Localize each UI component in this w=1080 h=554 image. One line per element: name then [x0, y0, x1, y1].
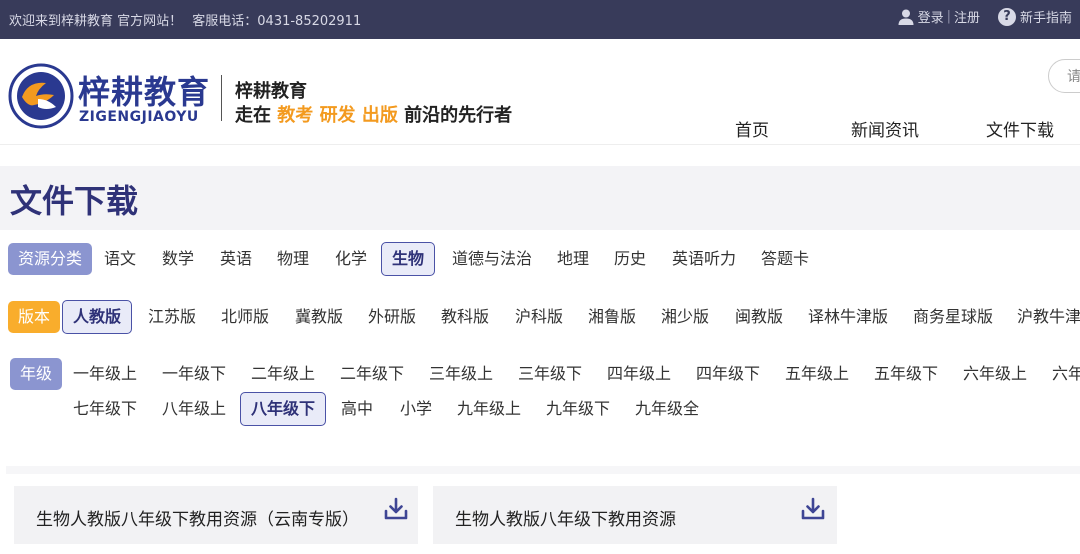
brand-divider — [221, 75, 222, 121]
resource-title[interactable]: 生物人教版八年级下教用资源（云南专版） — [36, 505, 359, 530]
edition-option[interactable]: 湘少版 — [661, 301, 709, 333]
register-link[interactable]: 注册 — [954, 7, 980, 26]
grade-option[interactable]: 八年级上 — [162, 393, 226, 425]
subject-option[interactable]: 英语 — [220, 243, 252, 275]
search-input[interactable]: 请 — [1048, 59, 1080, 93]
site-header: 梓耕教育 ZIGENGJIAOYU 梓耕教育 走在 教考 研发 出版 前沿的先行… — [0, 39, 1080, 145]
edition-option[interactable]: 教科版 — [441, 301, 489, 333]
edition-option[interactable]: 译林牛津版 — [808, 301, 888, 333]
edition-option[interactable]: 湘鲁版 — [588, 301, 636, 333]
welcome-text: 欢迎来到梓耕教育 官方网站！ — [9, 14, 183, 29]
guide-link[interactable]: 新手指南 — [1020, 7, 1072, 26]
edition-filter-label: 版本 — [8, 301, 61, 333]
subject-option-active[interactable]: 生物 — [381, 242, 436, 276]
subject-option[interactable]: 物理 — [277, 243, 309, 275]
edition-option[interactable]: 沪科版 — [515, 301, 563, 333]
subject-option[interactable]: 历史 — [614, 243, 646, 275]
subject-option[interactable]: 地理 — [557, 243, 589, 275]
grade-option[interactable]: 五年级上 — [785, 358, 849, 390]
slogan-prefix: 走在 — [235, 105, 271, 126]
grade-option[interactable]: 二年级下 — [340, 358, 404, 390]
resource-card[interactable]: 生物人教版八年级下教用资源 — [433, 486, 837, 544]
subject-filter-label: 资源分类 — [8, 243, 93, 275]
brand-logo-icon[interactable] — [8, 63, 74, 129]
grade-option[interactable]: 九年级上 — [457, 393, 521, 425]
subject-option[interactable]: 英语听力 — [672, 243, 736, 275]
help-icon[interactable]: ? — [997, 7, 1016, 26]
top-bar-actions: 登录 | 注册 ? 新手指南 — [897, 7, 1072, 26]
edition-option[interactable]: 外研版 — [368, 301, 416, 333]
edition-option-active[interactable]: 人教版 — [62, 300, 133, 334]
download-icon[interactable] — [800, 496, 826, 522]
nav-downloads[interactable]: 文件下载 — [986, 116, 1054, 141]
edition-option[interactable]: 商务星球版 — [913, 301, 993, 333]
subject-option[interactable]: 道德与法治 — [452, 243, 532, 275]
grade-option[interactable]: 四年级下 — [696, 358, 760, 390]
user-icon — [898, 9, 914, 25]
subject-option[interactable]: 语文 — [104, 243, 136, 275]
slogan-title: 梓耕教育 — [235, 81, 307, 102]
grade-option[interactable]: 一年级下 — [162, 358, 226, 390]
top-bar: 欢迎来到梓耕教育 官方网站！ 客服电话：0431-85202911 登录 | 注… — [0, 0, 1080, 39]
slogan-highlight: 研发 — [319, 105, 356, 126]
page-title-band — [0, 166, 1080, 230]
grade-option[interactable]: 九年级全 — [635, 393, 699, 425]
slogan-suffix: 前沿的先行者 — [404, 105, 513, 126]
nav-home[interactable]: 首页 — [735, 116, 769, 141]
grade-option-active[interactable]: 八年级下 — [240, 392, 327, 426]
top-bar-info: 欢迎来到梓耕教育 官方网站！ 客服电话：0431-85202911 — [9, 10, 367, 29]
resource-title[interactable]: 生物人教版八年级下教用资源 — [455, 505, 676, 530]
grade-option[interactable]: 四年级上 — [607, 358, 671, 390]
nav-news[interactable]: 新闻资讯 — [851, 116, 919, 141]
grade-option[interactable]: 七年级下 — [73, 393, 137, 425]
section-divider — [6, 466, 1080, 474]
edition-option[interactable]: 冀教版 — [295, 301, 343, 333]
subject-option[interactable]: 数学 — [162, 243, 194, 275]
grade-option[interactable]: 二年级上 — [251, 358, 315, 390]
slogan-text: 走在 教考 研发 出版 前沿的先行者 — [235, 101, 512, 127]
page-title: 文件下载 — [10, 182, 139, 220]
grade-option[interactable]: 高中 — [341, 393, 373, 425]
grade-option[interactable]: 一年级上 — [73, 358, 137, 390]
resource-card[interactable]: 生物人教版八年级下教用资源（云南专版） — [14, 486, 418, 544]
grade-option[interactable]: 九年级下 — [546, 393, 610, 425]
grade-option[interactable]: 三年级上 — [429, 358, 493, 390]
login-link[interactable]: 登录 — [918, 7, 944, 26]
edition-option[interactable]: 闽教版 — [735, 301, 783, 333]
slogan-highlight: 出版 — [361, 105, 398, 126]
subject-option[interactable]: 答题卡 — [761, 243, 809, 275]
grade-filter-label: 年级 — [10, 358, 63, 390]
service-phone: 客服电话：0431-85202911 — [192, 14, 362, 29]
link-separator: | — [946, 9, 951, 24]
brand-name: 梓耕教育 — [78, 73, 211, 111]
slogan-highlight: 教考 — [277, 105, 314, 126]
edition-option[interactable]: 北师版 — [221, 301, 269, 333]
download-icon[interactable] — [383, 496, 409, 522]
brand-name-en: ZIGENGJIAOYU — [79, 109, 199, 125]
grade-option[interactable]: 六年 — [1052, 358, 1080, 390]
edition-option[interactable]: 沪教牛津 — [1017, 301, 1080, 333]
grade-option[interactable]: 五年级下 — [874, 358, 938, 390]
grade-option[interactable]: 三年级下 — [518, 358, 582, 390]
edition-option[interactable]: 江苏版 — [148, 301, 196, 333]
subject-option[interactable]: 化学 — [335, 243, 367, 275]
grade-option[interactable]: 六年级上 — [963, 358, 1027, 390]
grade-option[interactable]: 小学 — [400, 393, 432, 425]
